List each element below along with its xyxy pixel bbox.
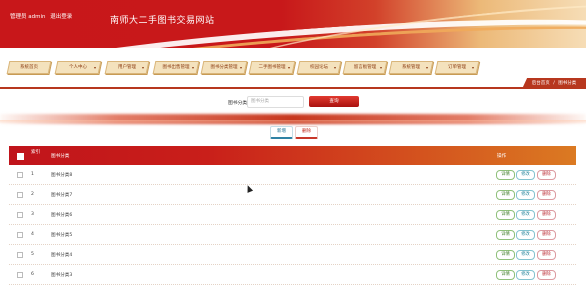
- search-input[interactable]: 图书分类: [247, 96, 304, 108]
- delete-button[interactable]: 删除: [537, 170, 556, 180]
- row-name: 图书分类4: [51, 253, 73, 258]
- header-banner: 管理员 admin 退出登录 南师大二手图书交易网站: [0, 0, 586, 48]
- chevron-down-icon: ▾: [379, 65, 382, 70]
- nav-item-used-books[interactable]: 二手图书管理 ▾: [248, 61, 296, 74]
- delete-button[interactable]: 删除: [537, 270, 556, 280]
- detail-button[interactable]: 详情: [496, 270, 515, 280]
- chevron-down-icon: ▾: [287, 65, 290, 70]
- search-label: 图书分类: [228, 101, 248, 106]
- category-table: 索引 图书分类 操作 1 图书分类8 详情 修改 删除 2 图书分类7 详情 修…: [9, 146, 576, 285]
- nav-item-book-category[interactable]: 图书分类管理 ▾: [200, 61, 248, 74]
- nav-item-messages[interactable]: 留言板管理 ▾: [342, 61, 388, 74]
- nav-item-forum[interactable]: 校园论坛 ▾: [296, 61, 342, 74]
- table-row: 2 图书分类7 详情 修改 删除: [9, 185, 576, 205]
- nav-item-users[interactable]: 用户管理 ▾: [104, 61, 150, 74]
- row-index: 1: [31, 172, 34, 177]
- delete-button[interactable]: 删除: [537, 190, 556, 200]
- search-button[interactable]: 查询: [309, 96, 359, 107]
- nav-item-label: 图书出售管理: [162, 65, 190, 70]
- detail-button[interactable]: 详情: [496, 190, 515, 200]
- row-index: 5: [31, 252, 34, 257]
- detail-button[interactable]: 详情: [496, 170, 515, 180]
- row-index: 4: [31, 232, 34, 237]
- user-label: 管理员 admin: [10, 14, 46, 20]
- row-name: 图书分类6: [51, 213, 73, 218]
- table-header: 索引 图书分类 操作: [9, 146, 576, 165]
- edit-button[interactable]: 修改: [516, 270, 535, 280]
- nav-item-home[interactable]: 系统首页: [6, 61, 52, 74]
- table-row: 5 图书分类4 详情 修改 删除: [9, 245, 576, 265]
- row-checkbox[interactable]: [17, 272, 23, 278]
- chevron-down-icon: ▾: [239, 65, 242, 70]
- breadcrumb-separator: /: [553, 81, 555, 86]
- table-row: 1 图书分类8 详情 修改 删除: [9, 165, 576, 185]
- row-index: 3: [31, 212, 34, 217]
- section-divider-glow: [0, 120, 586, 124]
- row-name: 图书分类8: [51, 173, 73, 178]
- row-checkbox[interactable]: [17, 212, 23, 218]
- nav-item-label: 个人中心: [69, 65, 87, 70]
- chevron-down-icon: ▾: [333, 65, 336, 70]
- chevron-down-icon: ▾: [425, 65, 428, 70]
- delete-button[interactable]: 删除: [537, 230, 556, 240]
- row-checkbox[interactable]: [17, 232, 23, 238]
- select-all-checkbox[interactable]: [17, 153, 24, 160]
- add-button[interactable]: 新增: [270, 126, 293, 139]
- row-name: 图书分类7: [51, 193, 73, 198]
- nav-item-book-sale[interactable]: 图书出售管理 ▾: [152, 61, 200, 74]
- table-row: 3 图书分类6 详情 修改 删除: [9, 205, 576, 225]
- user-info: 管理员 admin 退出登录: [10, 12, 75, 20]
- nav-item-label: 图书分类管理: [210, 65, 238, 70]
- bulk-delete-button[interactable]: 删除: [295, 126, 318, 139]
- row-checkbox[interactable]: [17, 252, 23, 258]
- row-checkbox[interactable]: [17, 172, 23, 178]
- chevron-down-icon: ▾: [93, 65, 96, 70]
- chevron-down-icon: ▾: [141, 65, 144, 70]
- nav-item-profile[interactable]: 个人中心 ▾: [54, 61, 102, 74]
- delete-button[interactable]: 删除: [537, 250, 556, 260]
- edit-button[interactable]: 修改: [516, 250, 535, 260]
- row-name: 图书分类5: [51, 233, 73, 238]
- row-index: 2: [31, 192, 34, 197]
- site-title: 南师大二手图书交易网站: [110, 16, 215, 26]
- row-checkbox[interactable]: [17, 192, 23, 198]
- detail-button[interactable]: 详情: [496, 210, 515, 220]
- main-nav: 系统首页 个人中心 ▾ 用户管理 ▾ 图书出售管理 ▾ 图书分类管理 ▾ 二手图…: [6, 61, 568, 74]
- breadcrumb-home[interactable]: 后台首页: [532, 81, 550, 86]
- nav-item-label: 二手图书管理: [258, 65, 286, 70]
- column-header-name: 图书分类: [51, 154, 70, 159]
- edit-button[interactable]: 修改: [516, 230, 535, 240]
- row-index: 6: [31, 272, 34, 277]
- nav-item-system[interactable]: 系统管理 ▾: [388, 61, 434, 74]
- detail-button[interactable]: 详情: [496, 250, 515, 260]
- column-header-ops: 操作: [497, 154, 507, 159]
- column-header-index: 索引: [31, 150, 41, 155]
- breadcrumb-current: 图书分类: [558, 81, 577, 86]
- nav-item-label: 系统首页: [20, 65, 38, 70]
- logout-link[interactable]: 退出登录: [50, 14, 72, 20]
- breadcrumb-divider: [0, 87, 586, 89]
- chevron-down-icon: ▾: [191, 65, 194, 70]
- chevron-down-icon: ▾: [471, 65, 474, 70]
- breadcrumb: 后台首页 / 图书分类: [522, 78, 586, 89]
- nav-item-orders[interactable]: 订单管理 ▾: [434, 61, 480, 74]
- detail-button[interactable]: 详情: [496, 230, 515, 240]
- table-row: 4 图书分类5 详情 修改 删除: [9, 225, 576, 245]
- table-row: 6 图书分类3 详情 修改 删除: [9, 265, 576, 285]
- delete-button[interactable]: 删除: [537, 210, 556, 220]
- edit-button[interactable]: 修改: [516, 210, 535, 220]
- row-name: 图书分类3: [51, 273, 73, 278]
- edit-button[interactable]: 修改: [516, 190, 535, 200]
- edit-button[interactable]: 修改: [516, 170, 535, 180]
